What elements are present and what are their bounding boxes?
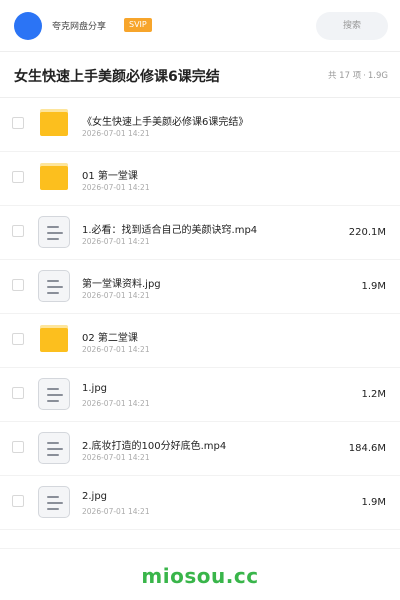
document-icon — [38, 378, 70, 410]
file-row[interactable]: 1.必看：找到适合自己的美颜诀窍.mp4 2026-07-01 14:21 220.… — [0, 206, 400, 260]
row-checkbox[interactable] — [12, 225, 24, 237]
item-name: 2.jpg — [82, 491, 108, 502]
item-name: 第一堂课资料.jpg — [82, 279, 161, 290]
item-date: 2026-07-01 14:21 — [82, 399, 150, 408]
item-date: 2026-07-01 14:21 — [82, 453, 150, 462]
folder-row[interactable]: 02 第二堂课 2026-07-01 14:21 — [0, 314, 400, 368]
row-checkbox[interactable] — [12, 441, 24, 453]
top-bar: 夸克网盘分享 SVIP 搜索 — [0, 0, 400, 52]
avatar[interactable] — [14, 12, 42, 40]
document-icon — [38, 270, 70, 302]
file-row[interactable]: 第一堂课资料.jpg 2026-07-01 14:21 1.9M — [0, 260, 400, 314]
item-name: 01 第一堂课 — [82, 171, 138, 182]
item-size: 1.9M — [361, 281, 386, 292]
item-size: 220.1M — [348, 227, 386, 238]
item-name: 02 第二堂课 — [82, 333, 138, 344]
row-checkbox[interactable] — [12, 171, 24, 183]
total-size: 1.9G — [367, 71, 388, 81]
item-date: 2026-07-01 14:21 — [82, 507, 150, 516]
share-summary: 共 17 项 · 1.9G — [328, 69, 388, 81]
item-name: 1.必看：找到适合自己的美颜诀窍.mp4 — [82, 225, 258, 236]
row-checkbox[interactable] — [12, 117, 24, 129]
item-name: 《女生快速上手美颜必修课6课完结》 — [82, 117, 249, 128]
item-name: 1.jpg — [82, 383, 108, 394]
brand-name: 夸克网盘分享 — [52, 22, 107, 32]
item-date: 2026-07-01 14:21 — [82, 345, 150, 354]
item-size: 1.2M — [361, 389, 386, 400]
row-checkbox[interactable] — [12, 333, 24, 345]
folder-icon — [38, 325, 70, 355]
item-size: 1.9M — [361, 497, 386, 508]
page-title: 女生快速上手美颜必修课6课完结 — [14, 69, 220, 85]
document-icon — [38, 216, 70, 248]
file-list: 《女生快速上手美颜必修课6课完结》 2026-07-01 14:21 01 第一堂课… — [0, 98, 400, 530]
row-checkbox[interactable] — [12, 279, 24, 291]
item-date: 2026-07-01 14:21 — [82, 129, 150, 138]
item-date: 2026-07-01 14:21 — [82, 291, 150, 300]
search-button[interactable]: 搜索 — [316, 12, 388, 40]
row-checkbox[interactable] — [12, 387, 24, 399]
footer: miosou.cc — [0, 548, 400, 600]
file-row[interactable]: 1.jpg 2026-07-01 14:21 1.2M — [0, 368, 400, 422]
folder-icon — [38, 163, 70, 193]
row-checkbox[interactable] — [12, 495, 24, 507]
item-date: 2026-07-01 14:21 — [82, 237, 150, 246]
share-title-row: 女生快速上手美颜必修课6课完结 共 17 项 · 1.9G — [0, 52, 400, 98]
folder-row[interactable]: 《女生快速上手美颜必修课6课完结》 2026-07-01 14:21 — [0, 98, 400, 152]
document-icon — [38, 432, 70, 464]
svip-badge: SVIP — [124, 18, 152, 32]
item-size: 184.6M — [348, 443, 386, 454]
item-count: 共 17 项 — [327, 71, 362, 81]
folder-icon — [38, 109, 70, 139]
document-icon — [38, 486, 70, 518]
item-date: 2026-07-01 14:21 — [82, 183, 150, 192]
file-row[interactable]: 2.jpg 2026-07-01 14:21 1.9M — [0, 476, 400, 530]
folder-row[interactable]: 01 第一堂课 2026-07-01 14:21 — [0, 152, 400, 206]
file-row[interactable]: 2.底妆打造的100分好底色.mp4 2026-07-01 14:21 184.6M — [0, 422, 400, 476]
summary-separator: · — [363, 71, 366, 81]
site-watermark: miosou.cc — [141, 564, 259, 588]
item-name: 2.底妆打造的100分好底色.mp4 — [82, 441, 227, 452]
